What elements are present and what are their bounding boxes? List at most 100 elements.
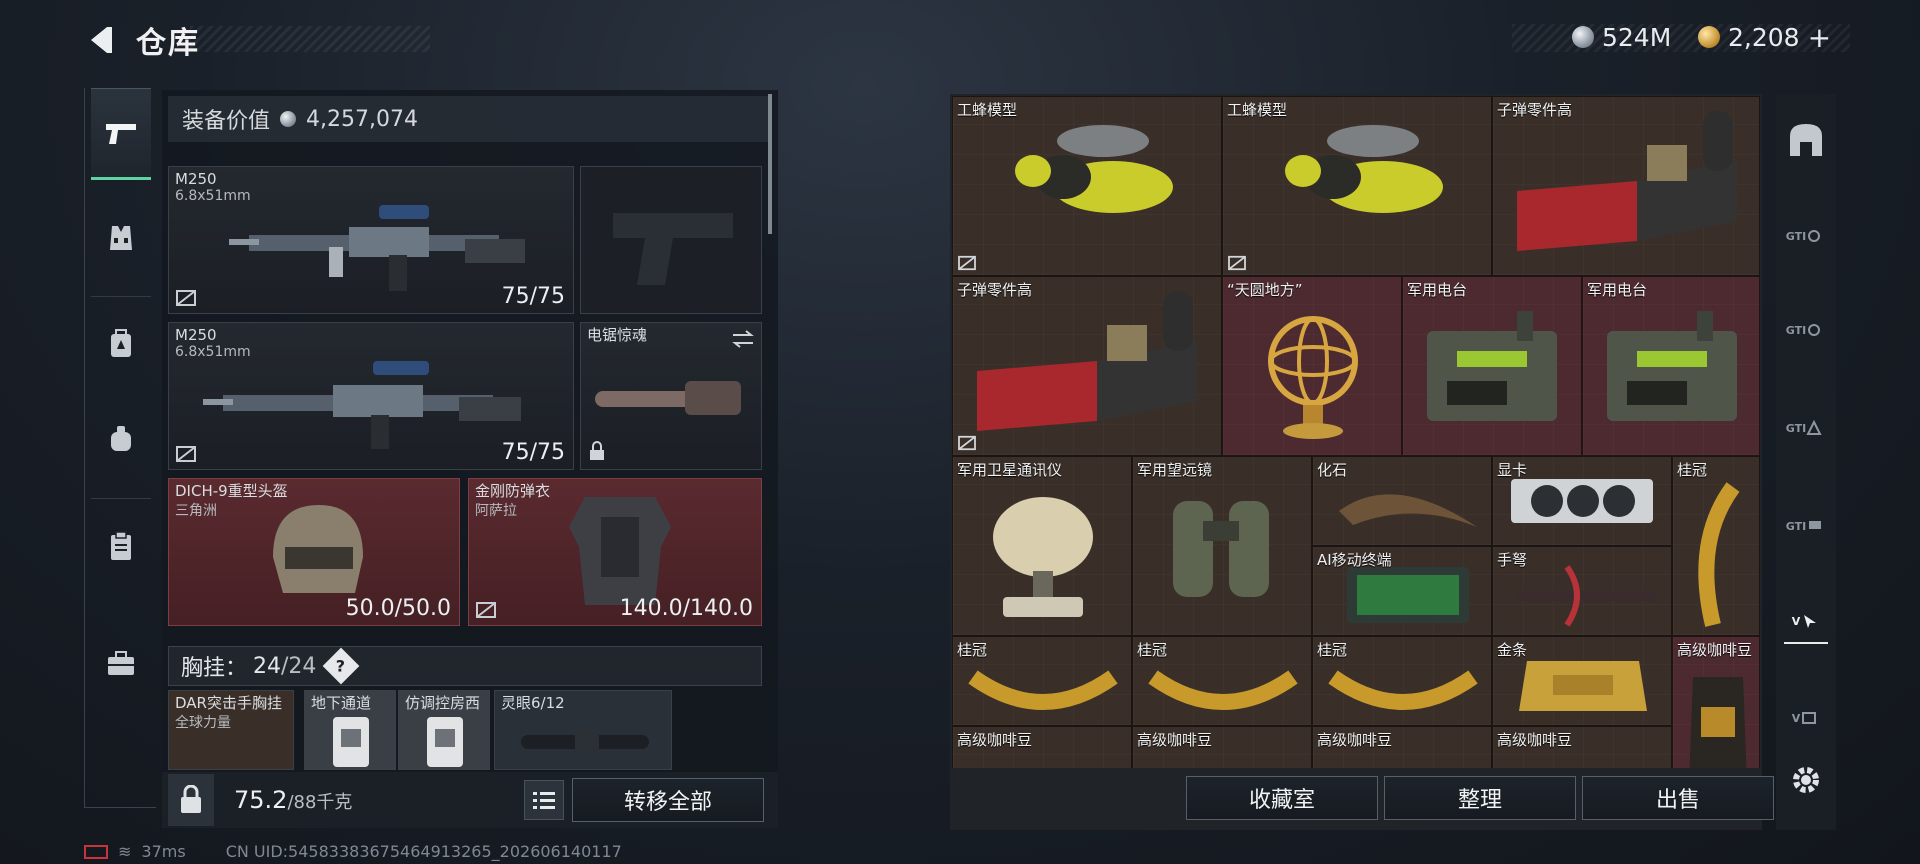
armor-subtitle: 阿萨拉 — [475, 503, 517, 519]
swap-icon[interactable] — [731, 329, 755, 349]
list-view-button[interactable] — [524, 780, 564, 820]
title-decoration — [190, 26, 430, 52]
rail-tab-clipboard[interactable] — [91, 500, 151, 592]
padlock-icon — [181, 785, 201, 813]
chainsaw-image — [595, 381, 741, 415]
wasp-model-image — [1015, 125, 1173, 213]
category-rail — [84, 88, 156, 808]
stash-item[interactable]: 高级咖啡豆 — [1312, 726, 1492, 768]
stash-tab-3[interactable]: GTI — [1784, 308, 1828, 352]
stash-tab-7[interactable]: V — [1784, 696, 1828, 740]
stash-item[interactable]: 桂冠 — [952, 636, 1132, 726]
stash-item[interactable]: 桂冠 — [1312, 636, 1492, 726]
stash-item[interactable]: 子弹零件高 — [952, 276, 1222, 456]
stash-arch-icon — [1790, 124, 1822, 156]
stash-item[interactable]: 军用望远镜 — [1132, 456, 1312, 636]
binoculars-image — [1173, 501, 1269, 597]
stash-item[interactable]: AI移动终端 — [1312, 546, 1492, 636]
rig-item-4[interactable]: 灵眼6/12 — [494, 690, 672, 770]
rig-item-2[interactable]: 地下通道 — [304, 690, 396, 770]
stash-item[interactable]: “天圆地方” — [1222, 276, 1402, 456]
melee-slot[interactable]: 电锯惊魂 — [580, 322, 762, 470]
transfer-all-button[interactable]: 转移全部 — [572, 778, 764, 822]
armor-durability: 140.0/140.0 — [619, 596, 753, 621]
stash-item[interactable]: 工蜂模型 — [1222, 96, 1492, 276]
item-name: 高级咖啡豆 — [1317, 731, 1393, 749]
stash-item[interactable]: 子弹零件高 — [1492, 96, 1760, 276]
rail-tab-backpack[interactable] — [91, 298, 151, 390]
sort-button[interactable]: 整理 — [1384, 776, 1576, 820]
laurel-crown-image — [1698, 482, 1740, 627]
lock-loadout-button[interactable] — [168, 774, 214, 826]
stash-item[interactable]: 高级咖啡豆 — [952, 726, 1132, 768]
collection-room-button[interactable]: 收藏室 — [1186, 776, 1378, 820]
rig-item-1[interactable]: DAR突击手胸挂 全球力量 — [168, 690, 294, 770]
stash-tab-4[interactable]: GTI — [1784, 406, 1828, 450]
weapon-durability: 75/75 — [501, 440, 565, 465]
silver-currency: 524M — [1572, 20, 1671, 54]
rig-item-3[interactable]: 仿调控房西 — [398, 690, 490, 770]
armor-slot[interactable]: 金刚防弹衣 阿萨拉 140.0/140.0 — [468, 478, 762, 626]
rail-tab-weapons[interactable] — [91, 88, 151, 180]
settings-button[interactable] — [1784, 758, 1828, 802]
stash-tab-5[interactable]: GTI — [1784, 504, 1828, 548]
rail-tab-bag[interactable] — [91, 392, 151, 484]
stash-item[interactable]: 工蜂模型 — [952, 96, 1222, 276]
stash-item[interactable]: 桂冠 — [1132, 636, 1312, 726]
stash-tab-2[interactable]: GTI — [1784, 214, 1828, 258]
stash-item[interactable]: 军用卫星通讯仪 — [952, 456, 1132, 636]
primary-weapon-slot-1[interactable]: M250 6.8x51mm 75/75 — [168, 166, 574, 314]
help-icon[interactable]: ? — [323, 647, 360, 685]
add-currency-button[interactable]: + — [1808, 21, 1831, 54]
non-tradeable-icon — [958, 435, 976, 451]
stash-item[interactable]: 手弩 — [1492, 546, 1672, 636]
armillary-sphere-image — [1268, 316, 1358, 439]
stash-item[interactable]: 高级咖啡豆 — [1132, 726, 1312, 768]
rig-item-subtitle: 全球力量 — [175, 715, 231, 731]
backpack-icon — [111, 329, 131, 357]
ammo-parts-image — [977, 291, 1197, 431]
body-armor-image — [569, 497, 671, 605]
loadout-scrollbar[interactable] — [768, 94, 772, 234]
weapon-name: M250 — [175, 326, 217, 344]
back-arrow-icon — [91, 27, 112, 53]
tab-label: V — [1791, 614, 1801, 628]
warning-icon — [1806, 420, 1822, 435]
stash-item[interactable]: 军用电台 — [1402, 276, 1582, 456]
stash-item[interactable]: 化石 — [1312, 456, 1492, 546]
stash-main-tab[interactable] — [1784, 118, 1828, 162]
scope-image — [521, 727, 649, 757]
stash-item[interactable]: 高级咖啡豆 — [1492, 726, 1672, 768]
stash-item[interactable]: 军用电台 — [1582, 276, 1760, 456]
fossil-claw-image — [1339, 494, 1477, 527]
rail-tab-medkit[interactable] — [91, 618, 151, 710]
gold-currency: 2,208 + — [1698, 20, 1831, 54]
chest-rig-header[interactable]: 胸挂： 24/24 ? — [168, 646, 762, 686]
stash-item[interactable]: 显卡 — [1492, 456, 1672, 546]
item-name: AI移动终端 — [1317, 551, 1392, 569]
rig-item-name: 灵眼6/12 — [501, 694, 565, 712]
stash-item[interactable]: 桂冠 — [1672, 456, 1760, 636]
tab-label: GTI — [1785, 323, 1807, 337]
weapon-durability: 75/75 — [501, 284, 565, 309]
gear-icon — [1793, 767, 1819, 793]
primary-weapon-slot-2[interactable]: M250 6.8x51mm 75/75 — [168, 322, 574, 470]
chest-rig-max: /24 — [281, 653, 317, 679]
melee-name: 电锯惊魂 — [587, 326, 648, 344]
chest-rig-count: 24 — [253, 653, 282, 679]
gold-coin-icon — [1698, 26, 1720, 48]
sell-button[interactable]: 出售 — [1582, 776, 1774, 820]
pistol-icon — [106, 124, 136, 144]
back-button[interactable] — [80, 20, 120, 60]
rail-tab-armor[interactable] — [91, 192, 151, 284]
machine-gun-image — [229, 205, 525, 291]
stash-item[interactable]: 高级咖啡豆 — [1672, 636, 1760, 768]
pistol-slot-empty[interactable] — [580, 166, 762, 314]
cursor-icon — [1804, 615, 1817, 628]
stash-item[interactable]: 金条 — [1492, 636, 1672, 726]
tab-label: GTI — [1785, 229, 1807, 243]
uid-readout: CN UID:545833836754649132​65_20260614011… — [225, 842, 622, 861]
helmet-subtitle: 三角洲 — [175, 503, 217, 519]
stash-tab-6-active[interactable]: V — [1784, 600, 1828, 644]
helmet-slot[interactable]: DICH-9重型头盔 三角洲 50.0/50.0 — [168, 478, 460, 626]
